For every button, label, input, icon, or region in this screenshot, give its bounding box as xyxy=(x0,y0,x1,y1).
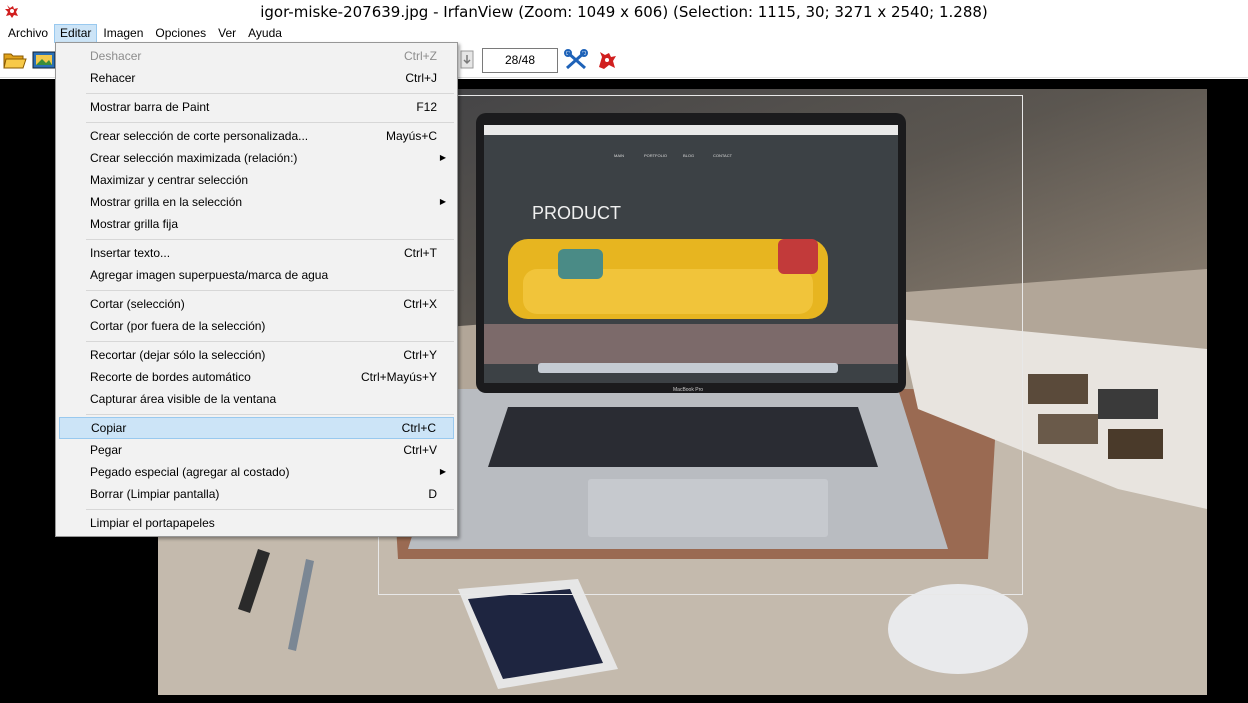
menu-ayuda[interactable]: Ayuda xyxy=(242,24,288,43)
menu-item-insertar-texto[interactable]: Insertar texto... Ctrl+T xyxy=(59,242,454,264)
menu-imagen[interactable]: Imagen xyxy=(97,24,149,43)
next-page-icon xyxy=(460,50,474,69)
menu-separator xyxy=(86,122,454,123)
irfanview-cat-icon xyxy=(599,52,616,69)
page-counter[interactable]: 28/48 xyxy=(482,48,558,73)
menu-separator xyxy=(86,93,454,94)
menu-separator xyxy=(86,341,454,342)
open-folder-icon xyxy=(3,53,27,69)
menu-item-crear-seleccion-maximizada[interactable]: Crear selección maximizada (relación:) ▶ xyxy=(59,147,454,169)
properties-tools-icon xyxy=(564,49,588,70)
open-folder-button[interactable] xyxy=(2,48,28,72)
window-title: igor-miske-207639.jpg - IrfanView (Zoom:… xyxy=(260,3,988,21)
edit-menu-dropdown: Deshacer Ctrl+Z Rehacer Ctrl+J Mostrar bar… xyxy=(55,42,458,537)
menu-item-crear-seleccion-corte[interactable]: Crear selección de corte personalizada..… xyxy=(59,125,454,147)
submenu-arrow-icon: ▶ xyxy=(439,153,446,162)
menu-item-rehacer[interactable]: Rehacer Ctrl+J xyxy=(59,67,454,89)
menu-item-grilla-fija[interactable]: Mostrar grilla fija xyxy=(59,213,454,235)
menu-item-pegar[interactable]: Pegar Ctrl+V xyxy=(59,439,454,461)
menu-item-copiar[interactable]: Copiar Ctrl+C xyxy=(59,417,454,439)
menu-separator xyxy=(86,239,454,240)
menu-item-maximizar-centrar[interactable]: Maximizar y centrar selección xyxy=(59,169,454,191)
menu-item-deshacer[interactable]: Deshacer Ctrl+Z xyxy=(59,45,454,67)
menu-item-recorte-automatico[interactable]: Recorte de bordes automático Ctrl+Mayús+Y xyxy=(59,366,454,388)
menu-separator xyxy=(86,509,454,510)
menu-item-cortar[interactable]: Cortar (selección) Ctrl+X xyxy=(59,293,454,315)
menu-separator xyxy=(86,290,454,291)
submenu-arrow-icon: ▶ xyxy=(439,197,446,206)
menu-item-grilla-seleccion[interactable]: Mostrar grilla en la selección ▶ xyxy=(59,191,454,213)
thumbnails-button[interactable] xyxy=(31,48,57,72)
menu-item-pegado-especial[interactable]: Pegado especial (agregar al costado) ▶ xyxy=(59,461,454,483)
irfanview-info-button[interactable] xyxy=(594,48,620,72)
menu-item-borrar[interactable]: Borrar (Limpiar pantalla) D xyxy=(59,483,454,505)
menu-item-limpiar-portapapeles[interactable]: Limpiar el portapapeles xyxy=(59,512,454,534)
properties-tools-button[interactable] xyxy=(563,48,589,72)
menu-item-imagen-superpuesta[interactable]: Agregar imagen superpuesta/marca de agua xyxy=(59,264,454,286)
menu-separator xyxy=(86,414,454,415)
menu-item-capturar-area[interactable]: Capturar área visible de la ventana xyxy=(59,388,454,410)
menu-editar[interactable]: Editar xyxy=(54,23,98,43)
menu-item-cortar-fuera[interactable]: Cortar (por fuera de la selección) xyxy=(59,315,454,337)
menu-bar: Archivo Editar Imagen Opciones Ver Ayuda xyxy=(0,23,1248,43)
selection-rectangle[interactable] xyxy=(378,95,1023,595)
thumbnails-icon xyxy=(32,51,56,69)
menu-opciones[interactable]: Opciones xyxy=(149,24,212,43)
submenu-arrow-icon: ▶ xyxy=(439,467,446,476)
menu-ver[interactable]: Ver xyxy=(212,24,242,43)
menu-item-recortar[interactable]: Recortar (dejar sólo la selección) Ctrl+Y xyxy=(59,344,454,366)
title-bar: igor-miske-207639.jpg - IrfanView (Zoom:… xyxy=(0,0,1248,23)
menu-item-mostrar-barra-paint[interactable]: Mostrar barra de Paint F12 xyxy=(59,96,454,118)
menu-archivo[interactable]: Archivo xyxy=(2,24,54,43)
